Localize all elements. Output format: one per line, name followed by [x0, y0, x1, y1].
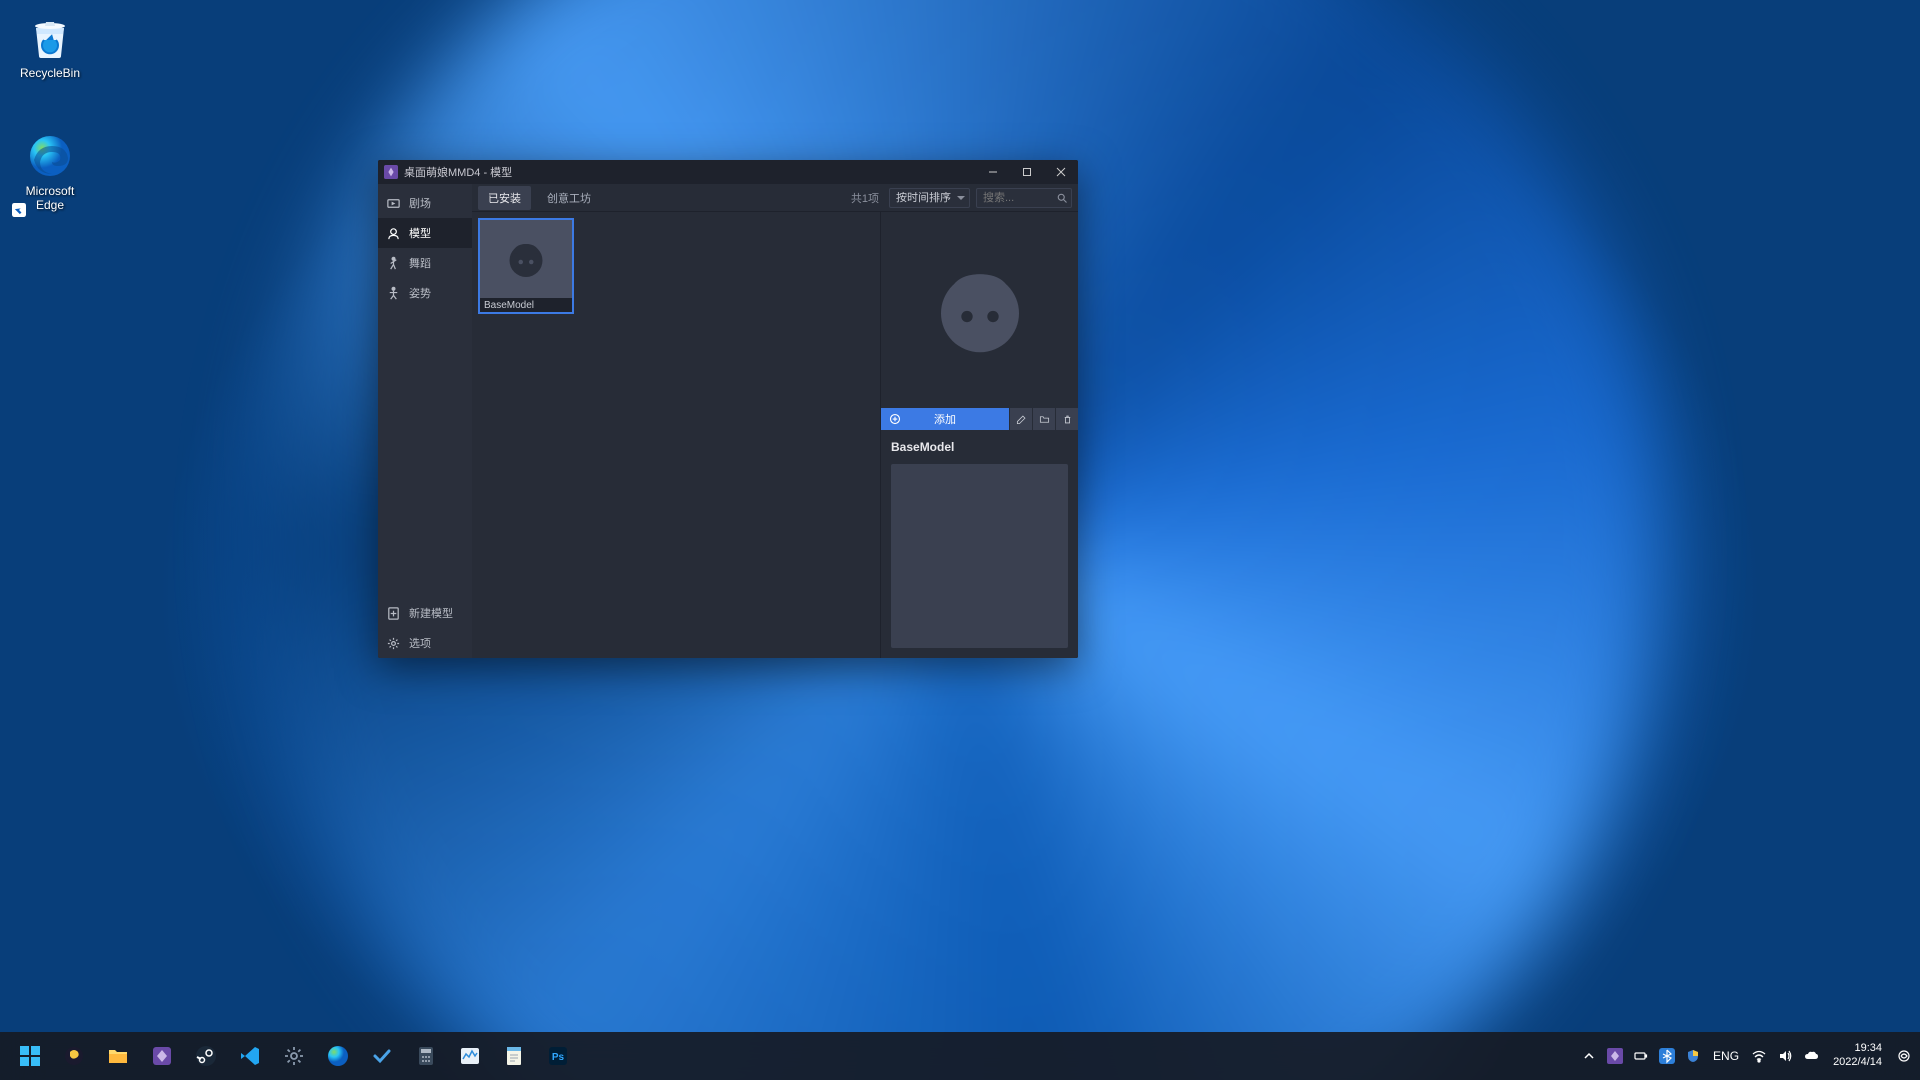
edge-icon: [26, 132, 74, 180]
dance-icon: [386, 256, 401, 271]
desktop-icon-edge[interactable]: Microsoft Edge: [12, 128, 88, 217]
sidebar-item-options[interactable]: 选项: [378, 628, 472, 658]
tray-time: 19:34: [1854, 1042, 1882, 1056]
taskbar-app-steam[interactable]: [186, 1036, 226, 1076]
add-button-label: 添加: [934, 411, 956, 427]
detail-preview: [881, 212, 1078, 408]
maximize-button[interactable]: [1010, 160, 1044, 184]
sidebar-item-dance[interactable]: 舞蹈: [378, 248, 472, 278]
sidebar-item-label: 新建模型: [409, 605, 453, 621]
sidebar-item-pose[interactable]: 姿势: [378, 278, 472, 308]
tray-wifi-icon[interactable]: [1747, 1036, 1771, 1076]
gear-icon: [386, 636, 401, 651]
add-button[interactable]: 添加: [881, 408, 1009, 430]
taskbar-app-calculator[interactable]: [406, 1036, 446, 1076]
taskbar: Ps ENG 19:34 2022/4/14: [0, 1032, 1920, 1080]
model-card[interactable]: BaseModel: [478, 218, 574, 314]
tray-app-mmd-icon[interactable]: [1603, 1036, 1627, 1076]
taskbar-app-settings[interactable]: [274, 1036, 314, 1076]
taskbar-app-vscode[interactable]: [230, 1036, 270, 1076]
sidebar-item-label: 模型: [409, 225, 431, 241]
tray-battery-icon[interactable]: [1629, 1036, 1653, 1076]
detail-panel: 添加 BaseModel: [880, 212, 1078, 658]
sidebar-item-new-model[interactable]: 新建模型: [378, 598, 472, 628]
taskbar-app-explorer[interactable]: [98, 1036, 138, 1076]
app-window: 桌面萌娘MMD4 - 模型 剧场 模型 舞蹈 姿势: [378, 160, 1078, 658]
tab-installed[interactable]: 已安装: [478, 186, 531, 210]
tray-chevron-up-icon[interactable]: [1577, 1036, 1601, 1076]
taskbar-app-taskmgr[interactable]: [450, 1036, 490, 1076]
main-panel: 已安装 创意工坊 共1项 按时间排序: [472, 184, 1078, 658]
model-icon: [386, 226, 401, 241]
plus-circle-icon: [889, 413, 901, 425]
taskbar-app-edge[interactable]: [318, 1036, 358, 1076]
edit-button[interactable]: [1010, 408, 1032, 430]
taskbar-app-photoshop[interactable]: Ps: [538, 1036, 578, 1076]
delete-button[interactable]: [1056, 408, 1078, 430]
desktop-icon-recycle-bin[interactable]: RecycleBin: [12, 10, 88, 84]
sidebar-item-model[interactable]: 模型: [378, 218, 472, 248]
minimize-button[interactable]: [976, 160, 1010, 184]
sidebar-item-label: 姿势: [409, 285, 431, 301]
toolbar: 已安装 创意工坊 共1项 按时间排序: [472, 184, 1078, 212]
close-button[interactable]: [1044, 160, 1078, 184]
tray-focus-icon[interactable]: [1892, 1036, 1916, 1076]
model-thumbnail: [480, 220, 572, 298]
sort-select[interactable]: 按时间排序: [889, 188, 970, 208]
tray-security-icon[interactable]: [1681, 1036, 1705, 1076]
sidebar-item-label: 舞蹈: [409, 255, 431, 271]
tray-onedrive-icon[interactable]: [1799, 1036, 1823, 1076]
taskbar-app-mmd[interactable]: [142, 1036, 182, 1076]
tray-bluetooth-icon[interactable]: [1655, 1036, 1679, 1076]
detail-title: BaseModel: [881, 430, 1078, 464]
tab-workshop[interactable]: 创意工坊: [537, 186, 601, 210]
pose-icon: [386, 286, 401, 301]
taskbar-app-todo[interactable]: [362, 1036, 402, 1076]
app-icon: [384, 165, 398, 179]
search-icon: [1056, 192, 1068, 204]
desktop-icon-label: RecycleBin: [20, 66, 80, 80]
tray-language[interactable]: ENG: [1707, 1036, 1745, 1076]
item-count: 共1项: [851, 190, 879, 206]
svg-text:Ps: Ps: [552, 1052, 565, 1063]
tray-volume-icon[interactable]: [1773, 1036, 1797, 1076]
window-title: 桌面萌娘MMD4 - 模型: [404, 164, 512, 180]
tray-clock[interactable]: 19:34 2022/4/14: [1825, 1042, 1890, 1070]
taskbar-app-notepad[interactable]: [494, 1036, 534, 1076]
titlebar[interactable]: 桌面萌娘MMD4 - 模型: [378, 160, 1078, 184]
detail-description: [891, 464, 1068, 648]
taskbar-app-weather[interactable]: [54, 1036, 94, 1076]
model-card-label: BaseModel: [480, 298, 572, 312]
sidebar-item-label: 选项: [409, 635, 431, 651]
recycle-bin-icon: [26, 14, 74, 62]
sort-select-wrap[interactable]: 按时间排序: [889, 188, 970, 208]
sidebar-item-label: 剧场: [409, 195, 431, 211]
new-model-icon: [386, 606, 401, 621]
folder-button[interactable]: [1033, 408, 1055, 430]
desktop-icon-label: Microsoft Edge: [16, 184, 84, 213]
sidebar-item-scene[interactable]: 剧场: [378, 188, 472, 218]
sidebar: 剧场 模型 舞蹈 姿势 新建模型 选项: [378, 184, 472, 658]
scene-icon: [386, 196, 401, 211]
start-button[interactable]: [10, 1036, 50, 1076]
tray-date: 2022/4/14: [1833, 1056, 1882, 1070]
model-grid: BaseModel: [472, 212, 880, 658]
